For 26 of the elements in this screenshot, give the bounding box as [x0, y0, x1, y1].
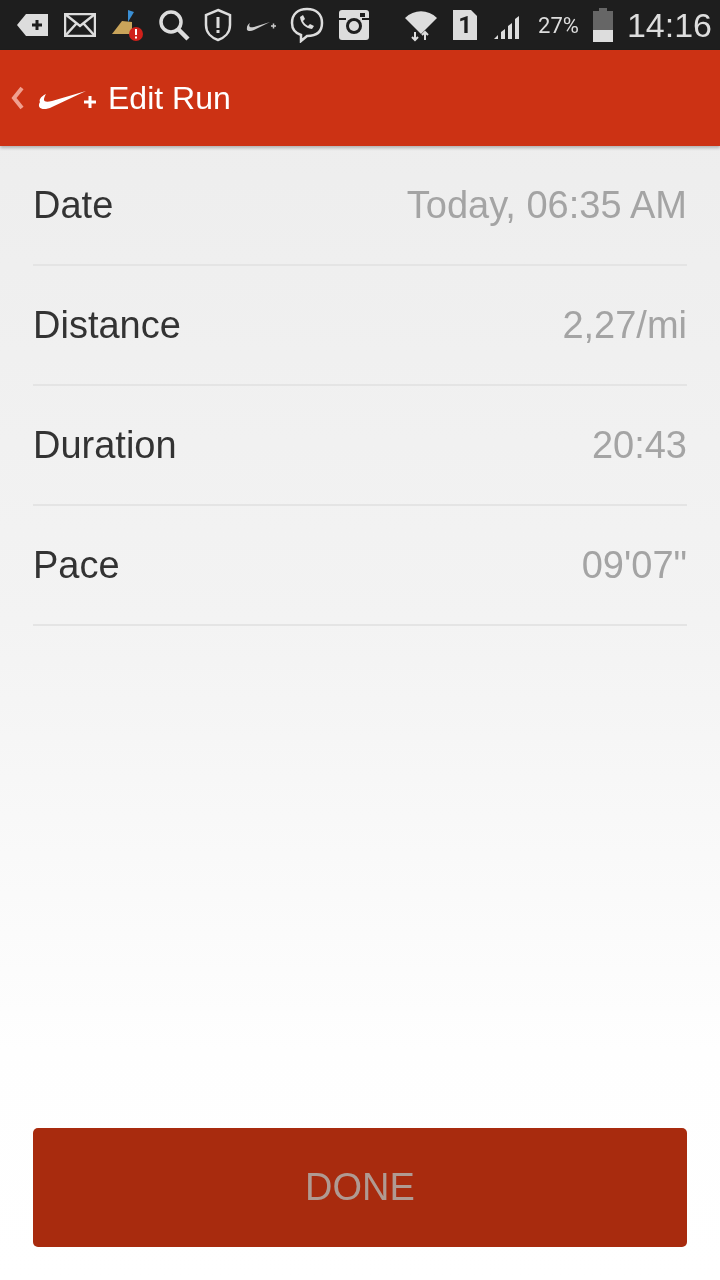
shield-icon — [204, 8, 232, 42]
screen-title: Edit Run — [108, 79, 231, 117]
mail-icon — [64, 13, 96, 37]
field-row[interactable]: Distance 2,27/mi — [33, 266, 687, 386]
camera-icon — [338, 9, 370, 41]
field-value: 09'07" — [581, 543, 687, 587]
battery-percent: 27% — [538, 12, 579, 38]
notification-icon — [16, 12, 50, 38]
phone-bubble-icon — [290, 7, 324, 43]
search-icon — [158, 9, 190, 41]
clock-time: 14:16 — [626, 5, 712, 45]
broom-icon — [110, 8, 144, 42]
sim-slot-number: 1 — [458, 13, 472, 37]
field-row[interactable]: Date Today, 06:35 AM — [33, 146, 687, 266]
battery-icon — [592, 8, 613, 42]
field-label: Duration — [33, 423, 177, 467]
wifi-icon — [404, 8, 439, 42]
field-row[interactable]: Duration 20:43 — [33, 386, 687, 506]
field-label: Date — [33, 183, 114, 227]
field-value: 20:43 — [591, 423, 687, 467]
field-label: Pace — [33, 543, 120, 587]
field-row[interactable]: Pace 09'07" — [33, 506, 687, 626]
sim-card-icon — [452, 9, 479, 41]
field-label: Distance — [33, 303, 181, 347]
field-value: 2,27/mi — [562, 303, 687, 347]
field-value: Today, 06:35 AM — [406, 183, 687, 227]
